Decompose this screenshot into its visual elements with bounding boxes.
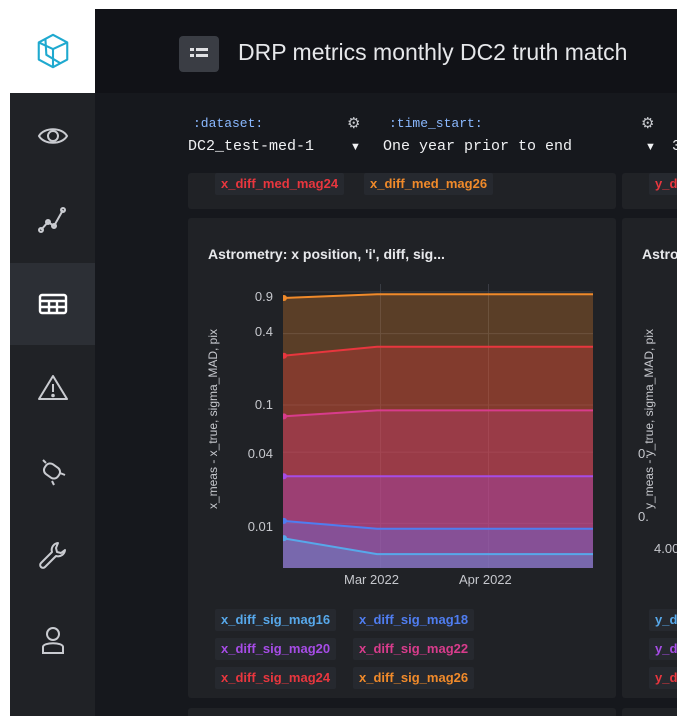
variable-third-value[interactable]: 3 [672,138,677,155]
y-tick-label: 0. [638,509,649,524]
dataset-select-value[interactable]: DC2_test-med-1 [188,138,314,155]
legend-item[interactable]: x_diff_med_mag24 [215,173,345,195]
sidebar-item-graph[interactable] [10,179,95,261]
y-axis-label: x_meas - x_true, sigma_MAD, pix [206,328,220,510]
panel-partial-bottom-left [188,708,616,716]
panel-title[interactable]: Astrometry: x position, 'i', diff, sig..… [208,246,445,262]
legend-item[interactable]: x_diff_sig_mag18 [353,609,475,631]
panel-astrometry-x: Astrometry: x position, 'i', diff, sig..… [188,218,616,698]
sidebar-item-explore[interactable] [10,95,95,177]
legend-item[interactable]: x_diff_sig_mag20 [215,638,337,660]
legend-item[interactable]: x_diff_sig_mag16 [215,609,337,631]
gear-icon[interactable]: ⚙ [641,114,654,132]
apps-icon [190,48,208,57]
legend-item[interactable]: x_diff_sig_mag22 [353,638,475,660]
y-axis-label: y_meas - y_true, sigma_MAD, pix [642,328,656,510]
panel-partial-bottom-right [622,708,677,716]
sidebar-item-configuration[interactable] [10,515,95,597]
variable-time-start[interactable]: :time_start: ⚙ One year prior to end ▼ [373,110,673,156]
y-tick-label: 4.00e [654,541,677,556]
legend-item[interactable]: x_diff_sig_mag26 [353,667,475,689]
panel-title[interactable]: Astro [642,246,677,262]
y-tick-label: 0.1 [254,397,273,412]
legend-item[interactable]: y_dif [649,638,677,660]
sidebar-item-debug[interactable] [10,431,95,513]
y-tick-label: 0. [638,446,649,461]
x-tick-label: Apr 2022 [459,572,512,587]
bug-icon [41,459,65,486]
wrench-icon [38,542,66,569]
y-tick-label: 0.01 [247,519,273,534]
panel-partial-top-left: x_diff_med_mag24 x_diff_med_mag26 [188,173,616,209]
dataset-label: :dataset: [193,116,264,131]
legend-item[interactable]: x_diff_med_mag26 [364,173,494,195]
chevron-down-icon[interactable]: ▼ [350,141,361,153]
table-icon [38,293,67,315]
y-tick-label: 0.4 [254,324,273,339]
legend-item[interactable]: y_dif [649,609,677,631]
time-start-select-value[interactable]: One year prior to end [383,138,572,155]
gear-icon[interactable]: ⚙ [347,114,360,132]
top-navbar: DRP metrics monthly DC2 truth match [95,9,677,93]
legend-item[interactable]: y_dif [649,667,677,689]
grafana-cube-logo-icon [37,33,68,69]
app-window: DRP metrics monthly DC2 truth match :dat… [10,9,677,716]
chart-plot-area[interactable] [283,284,593,568]
variable-dataset[interactable]: :dataset: ⚙ DC2_test-med-1 ▼ [95,110,367,156]
time-start-label: :time_start: [389,116,483,131]
graph-icon [37,207,66,233]
chevron-down-icon[interactable]: ▼ [645,141,656,153]
dashboard-menu-button[interactable] [179,36,219,72]
dashboard-body: :dataset: ⚙ DC2_test-med-1 ▼ :time_start… [95,93,677,716]
logo[interactable] [10,9,95,93]
legend-item[interactable]: x_diff_sig_mag24 [215,667,337,689]
legend-item[interactable]: y_di [649,173,677,195]
sidebar-item-profile[interactable] [10,599,95,681]
y-tick-label: 0.04 [247,446,273,461]
sidebar-item-alerts[interactable] [10,347,95,429]
sidebar-item-dashboards[interactable] [10,263,95,345]
y-tick-label: 0.9 [254,289,273,304]
eye-icon [37,128,68,144]
user-icon [41,627,64,654]
dashboard-title[interactable]: DRP metrics monthly DC2 truth match [238,39,627,66]
alert-icon [37,375,68,400]
sidebar [10,9,95,716]
panel-astrometry-y: Astro y_meas - y_true, sigma_MAD, pix 0.… [622,218,677,698]
panel-partial-top-right: y_di [622,173,677,209]
x-tick-label: Mar 2022 [344,572,399,587]
